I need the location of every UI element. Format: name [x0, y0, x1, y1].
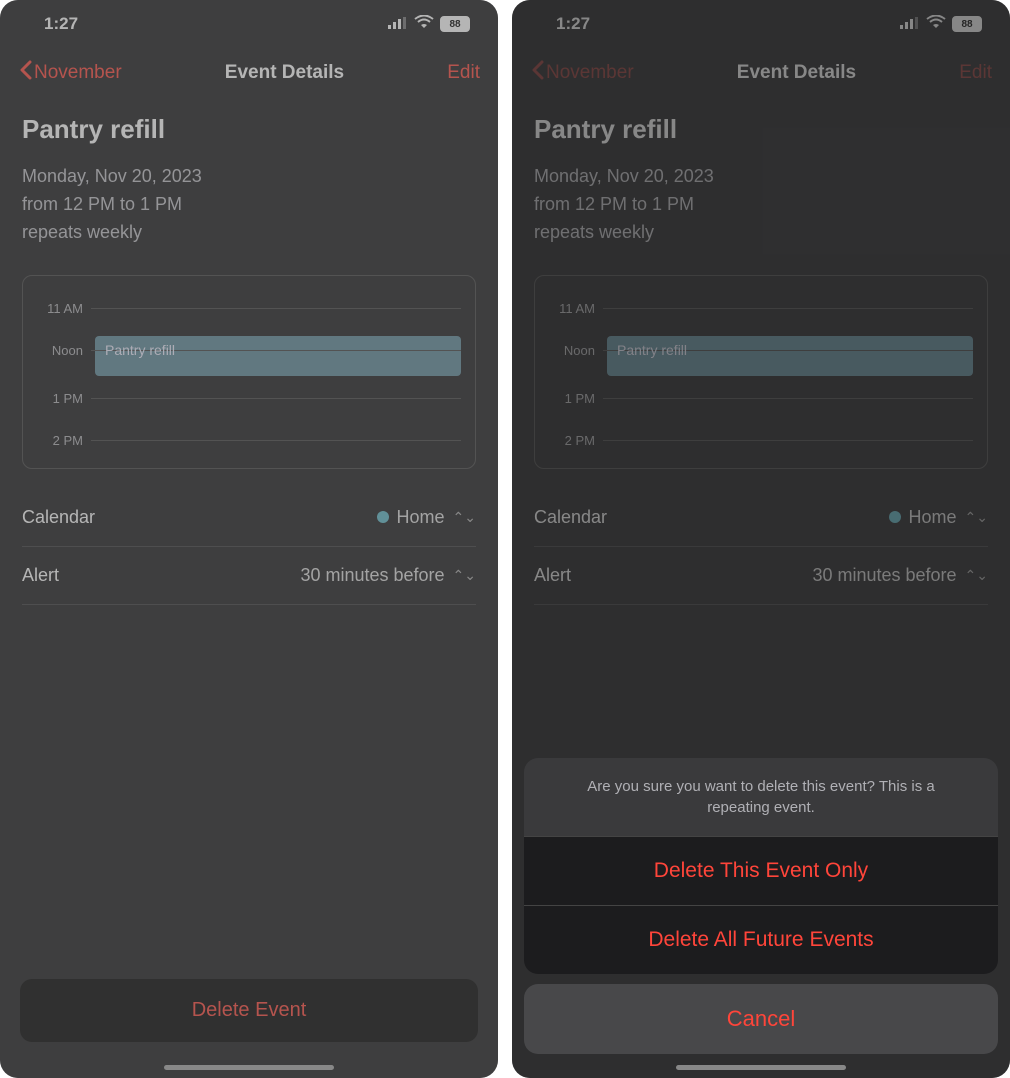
calendar-row[interactable]: Calendar Home ⌃⌄ [22, 489, 476, 547]
status-bar: 1:27 88 [0, 0, 498, 48]
cancel-button[interactable]: Cancel [524, 984, 998, 1054]
chevron-updown-icon: ⌃⌄ [453, 567, 476, 584]
time-label: Noon [37, 343, 91, 358]
event-block[interactable]: Pantry refill [95, 336, 461, 376]
delete-event-button[interactable]: Delete Event [20, 979, 478, 1042]
delete-all-future-button[interactable]: Delete All Future Events [524, 905, 998, 974]
home-indicator[interactable] [164, 1065, 334, 1070]
cellular-icon [388, 14, 408, 34]
back-button[interactable]: November [18, 60, 122, 86]
time-label: 11 AM [37, 301, 91, 316]
wifi-icon [414, 14, 434, 34]
calendar-value: Home [397, 507, 445, 528]
timeline-preview: 11 AM Noon Pantry refill 1 PM 2 PM [22, 275, 476, 469]
home-indicator[interactable] [676, 1065, 846, 1070]
event-repeats: repeats weekly [22, 219, 476, 247]
back-label: November [34, 62, 122, 84]
page-title: Event Details [225, 62, 344, 84]
alert-value: 30 minutes before [300, 565, 444, 586]
sheet-message: Are you sure you want to delete this eve… [524, 758, 998, 836]
event-title: Pantry refill [22, 114, 476, 145]
phone-screen-right: 1:27 88 November Event Details Edit Pant… [512, 0, 1010, 1078]
status-time: 1:27 [44, 14, 78, 34]
event-time-range: from 12 PM to 1 PM [22, 191, 476, 219]
battery-icon: 88 [440, 16, 470, 32]
phone-screen-left: 1:27 88 November Event Details Edit Pant… [0, 0, 498, 1078]
event-date: Monday, Nov 20, 2023 [22, 163, 476, 191]
chevron-updown-icon: ⌃⌄ [453, 509, 476, 526]
alert-row[interactable]: Alert 30 minutes before ⌃⌄ [22, 547, 476, 605]
time-label: 1 PM [37, 391, 91, 406]
action-sheet: Are you sure you want to delete this eve… [524, 758, 998, 1054]
calendar-label: Calendar [22, 507, 95, 528]
edit-button[interactable]: Edit [447, 62, 480, 84]
calendar-color-dot [377, 511, 389, 523]
time-label: 2 PM [37, 433, 91, 448]
alert-label: Alert [22, 565, 59, 586]
nav-bar: November Event Details Edit [0, 48, 498, 98]
chevron-left-icon [18, 60, 32, 86]
delete-this-event-button[interactable]: Delete This Event Only [524, 836, 998, 905]
event-meta: Monday, Nov 20, 2023 from 12 PM to 1 PM … [22, 163, 476, 247]
